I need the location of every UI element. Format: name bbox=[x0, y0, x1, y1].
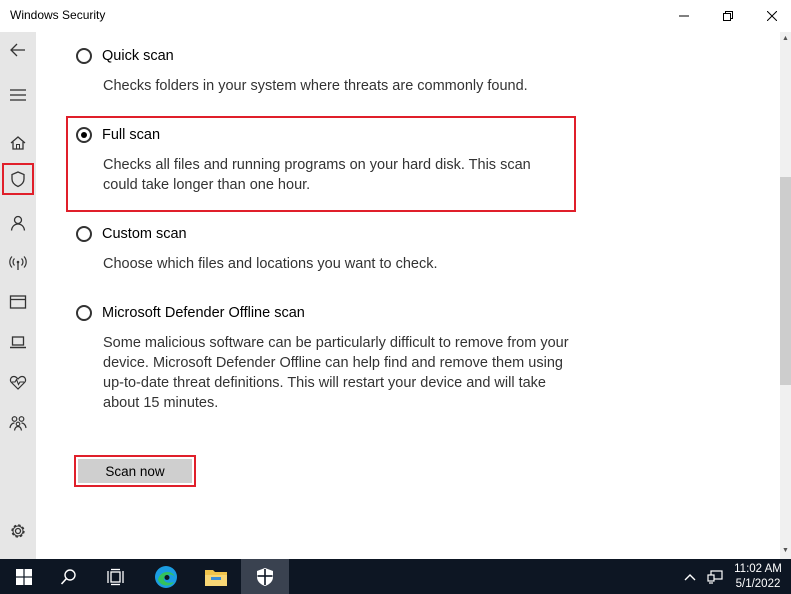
custom-scan-label: Custom scan bbox=[102, 226, 187, 242]
offline-scan-description: Some malicious software can be particula… bbox=[103, 335, 569, 411]
full-scan-description: Checks all files and running programs on… bbox=[103, 157, 531, 193]
minimize-icon bbox=[679, 15, 689, 17]
quick-scan-radio[interactable] bbox=[76, 48, 92, 64]
scan-options-panel: Quick scan Checks folders in your system… bbox=[36, 32, 780, 559]
clock-time: 11:02 AM bbox=[734, 563, 782, 575]
show-hidden-icons-button[interactable] bbox=[681, 568, 699, 586]
scan-option-custom[interactable]: Custom scan Choose which files and locat… bbox=[76, 226, 438, 274]
quick-scan-description: Checks folders in your system where thre… bbox=[103, 78, 528, 94]
nav-item-family-options[interactable] bbox=[2, 407, 34, 439]
nav-item-firewall[interactable] bbox=[2, 247, 34, 279]
wireless-antenna-icon bbox=[9, 256, 27, 270]
family-icon bbox=[9, 416, 27, 431]
nav-item-account-protection[interactable] bbox=[2, 207, 34, 239]
scroll-down-icon[interactable]: ▼ bbox=[781, 546, 790, 555]
search-icon bbox=[60, 568, 76, 585]
close-button[interactable] bbox=[749, 0, 791, 32]
scan-option-offline[interactable]: Microsoft Defender Offline scan Some mal… bbox=[76, 305, 573, 413]
offline-scan-radio[interactable] bbox=[76, 305, 92, 321]
menu-button[interactable] bbox=[2, 79, 34, 111]
scan-option-quick[interactable]: Quick scan Checks folders in your system… bbox=[76, 48, 528, 96]
search-button[interactable] bbox=[45, 559, 93, 594]
windows-start-icon bbox=[16, 568, 32, 585]
scan-now-button[interactable]: Scan now bbox=[78, 459, 192, 483]
nav-item-settings[interactable] bbox=[2, 515, 34, 547]
edge-browser-icon bbox=[155, 565, 177, 588]
nav-item-virus-protection[interactable] bbox=[2, 163, 34, 195]
close-icon bbox=[767, 11, 777, 21]
file-explorer-icon bbox=[205, 569, 227, 586]
back-arrow-icon bbox=[10, 43, 25, 57]
custom-scan-radio[interactable] bbox=[76, 226, 92, 242]
custom-scan-description: Choose which files and locations you wan… bbox=[103, 256, 438, 272]
task-view-button[interactable] bbox=[92, 559, 140, 594]
windows-security-taskbar-button[interactable] bbox=[241, 559, 289, 594]
vertical-scrollbar[interactable]: ▲ ▼ bbox=[780, 32, 791, 559]
file-explorer-taskbar-button[interactable] bbox=[192, 559, 240, 594]
laptop-icon bbox=[10, 336, 26, 349]
full-scan-radio[interactable] bbox=[76, 127, 92, 143]
network-icon bbox=[707, 570, 723, 584]
start-button[interactable] bbox=[0, 559, 48, 594]
restore-button[interactable] bbox=[705, 0, 751, 32]
hamburger-menu-icon bbox=[10, 89, 26, 101]
quick-scan-label: Quick scan bbox=[102, 48, 174, 64]
scroll-thumb[interactable] bbox=[780, 177, 791, 385]
scan-now-highlight: Scan now bbox=[74, 455, 196, 487]
navigation-rail bbox=[0, 32, 36, 559]
clock-date: 5/1/2022 bbox=[735, 578, 781, 590]
windows-security-icon bbox=[257, 567, 273, 586]
heart-pulse-icon bbox=[9, 375, 27, 390]
taskbar-clock[interactable]: 11:02 AM 5/1/2022 bbox=[725, 562, 791, 592]
restore-icon bbox=[723, 11, 733, 21]
offline-scan-label: Microsoft Defender Offline scan bbox=[102, 305, 305, 321]
title-bar: Windows Security bbox=[0, 0, 791, 32]
window-title: Windows Security bbox=[10, 8, 106, 22]
network-tray-button[interactable] bbox=[706, 568, 724, 586]
home-icon bbox=[10, 136, 26, 150]
shield-icon bbox=[11, 171, 25, 188]
back-button[interactable] bbox=[2, 34, 34, 66]
edge-taskbar-button[interactable] bbox=[142, 559, 190, 594]
full-scan-label: Full scan bbox=[102, 127, 161, 143]
scroll-up-icon[interactable]: ▲ bbox=[781, 34, 790, 43]
task-view-icon bbox=[107, 568, 124, 585]
nav-item-device-security[interactable] bbox=[2, 326, 34, 358]
person-icon bbox=[10, 215, 26, 231]
minimize-button[interactable] bbox=[661, 0, 707, 32]
taskbar: 11:02 AM 5/1/2022 bbox=[0, 559, 791, 594]
gear-icon bbox=[11, 524, 25, 538]
nav-item-app-browser-control[interactable] bbox=[2, 286, 34, 318]
app-browser-icon bbox=[9, 295, 27, 309]
scan-option-full[interactable]: Full scan Checks all files and running p… bbox=[76, 127, 553, 195]
nav-item-device-performance[interactable] bbox=[2, 366, 34, 398]
chevron-up-icon bbox=[684, 574, 696, 581]
nav-item-home[interactable] bbox=[2, 127, 34, 159]
